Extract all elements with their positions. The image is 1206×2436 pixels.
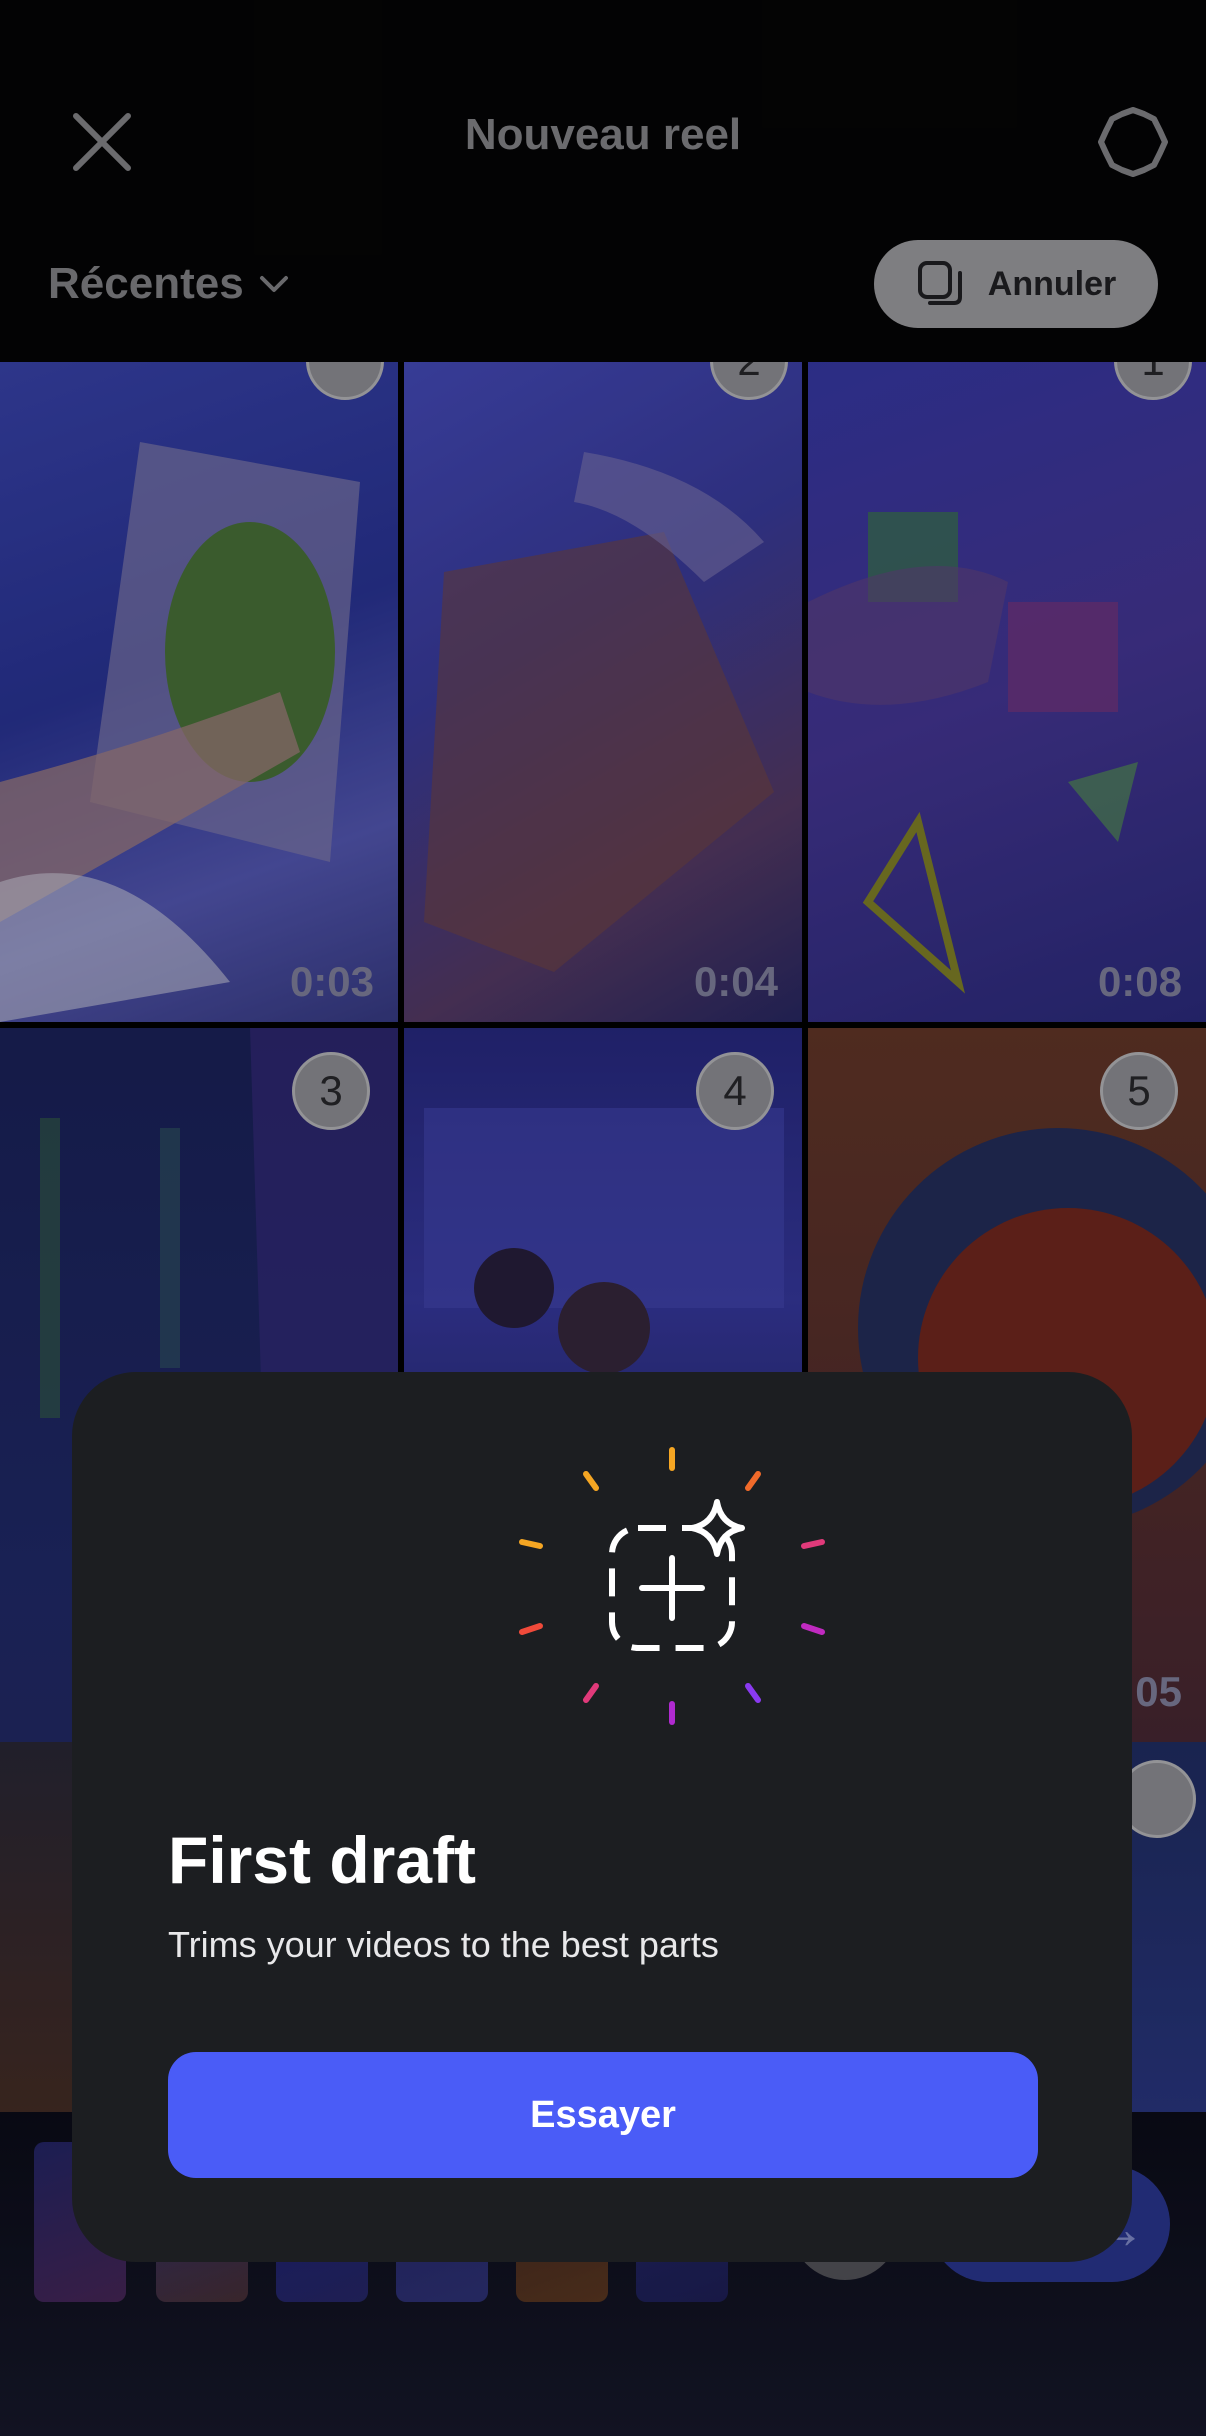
- sparkle-add-icon: [519, 1447, 825, 1725]
- try-button[interactable]: Essayer: [168, 2052, 1038, 2178]
- modal-title: First draft: [168, 1823, 477, 1897]
- modal-subtitle: Trims your videos to the best parts: [168, 1924, 719, 1965]
- first-draft-modal: First draft Trims your videos to the bes…: [72, 1372, 1132, 2262]
- try-button-label: Essayer: [530, 2093, 676, 2136]
